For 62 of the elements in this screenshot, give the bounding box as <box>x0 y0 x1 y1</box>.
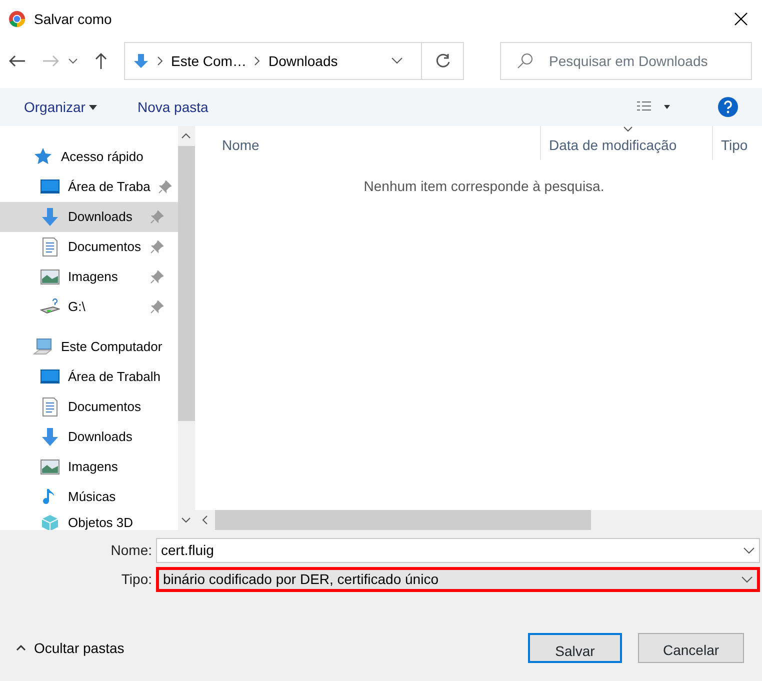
sidebar-item[interactable]: Objetos 3D <box>0 512 178 530</box>
horizontal-scrollbar[interactable] <box>195 510 762 530</box>
save-button[interactable]: Salvar <box>528 633 622 663</box>
computer-icon <box>33 337 53 357</box>
chevron-up-icon <box>16 645 26 651</box>
chevron-left-icon[interactable] <box>202 515 208 525</box>
new-folder-button[interactable]: Nova pasta <box>137 96 208 118</box>
column-header[interactable]: Nome <box>195 126 541 160</box>
cube-icon <box>40 513 60 530</box>
column-header[interactable]: Tipo <box>713 126 762 160</box>
up-arrow-icon[interactable] <box>94 52 108 70</box>
sidebar-item[interactable]: Imagens <box>0 262 178 292</box>
close-icon[interactable] <box>734 12 748 26</box>
type-label: Tipo: <box>120 570 152 589</box>
chevron-up-icon[interactable] <box>181 133 192 139</box>
sidebar-item[interactable]: Acesso rápido <box>0 142 178 172</box>
column-header[interactable]: Data de modificação <box>541 126 713 160</box>
vertical-scrollbar[interactable] <box>178 126 195 530</box>
view-options-icon[interactable] <box>636 101 670 113</box>
sidebar-item[interactable]: Área de Traba <box>0 172 178 202</box>
chevron-right-icon <box>254 56 260 66</box>
hide-folders-toggle[interactable]: Ocultar pastas <box>16 638 124 658</box>
refresh-icon[interactable] <box>434 53 450 69</box>
sidebar-item[interactable]: Documentos <box>0 392 178 422</box>
sidebar-item[interactable]: Este Computador <box>0 332 178 362</box>
file-name-field[interactable]: cert.fluig <box>156 538 760 563</box>
document-icon <box>40 237 60 257</box>
back-arrow-icon[interactable] <box>8 54 26 68</box>
sidebar-item[interactable]: Documentos <box>0 232 178 262</box>
name-label: Nome: <box>110 541 152 560</box>
address-bar[interactable]: Este Com… Downloads <box>124 42 464 80</box>
sidebar-item[interactable]: Imagens <box>0 452 178 482</box>
sidebar-item[interactable]: Downloads <box>0 202 178 232</box>
breadcrumb-segment[interactable]: Downloads <box>268 50 338 72</box>
chevron-right-icon <box>157 56 163 66</box>
cancel-button[interactable]: Cancelar <box>638 633 744 663</box>
search-icon <box>517 53 533 69</box>
sidebar-item[interactable]: Músicas <box>0 482 178 512</box>
empty-message: Nenhum item corresponde à pesquisa. <box>362 177 606 196</box>
chevron-down-icon <box>741 576 753 583</box>
down-arrow-icon <box>133 53 149 69</box>
down-arrow-icon <box>40 207 60 227</box>
browser-logo-icon <box>8 10 26 28</box>
sidebar-item[interactable]: G:\ <box>0 292 178 322</box>
chevron-down-icon[interactable] <box>68 57 78 65</box>
chevron-down-icon[interactable] <box>181 517 192 523</box>
picture-icon <box>40 457 60 477</box>
down-arrow-icon <box>40 427 60 447</box>
sidebar-item[interactable]: Downloads <box>0 422 178 452</box>
star-icon <box>33 147 53 167</box>
chevron-down-icon <box>743 547 755 554</box>
organize-menu[interactable]: Organizar <box>24 96 98 118</box>
search-field[interactable]: Pesquisar em Downloads <box>500 42 752 80</box>
sidebar-item[interactable]: Área de Trabalh <box>0 362 178 392</box>
caret-down-icon <box>89 104 98 110</box>
help-icon[interactable] <box>718 97 738 117</box>
file-type-dropdown[interactable]: binário codificado por DER, certificado único <box>156 567 760 592</box>
window-title: Salvar como <box>34 10 112 28</box>
chevron-down-icon[interactable] <box>391 57 403 65</box>
breadcrumb-segment[interactable]: Este Com… <box>171 50 246 72</box>
document-icon <box>40 397 60 417</box>
picture-icon <box>40 267 60 287</box>
